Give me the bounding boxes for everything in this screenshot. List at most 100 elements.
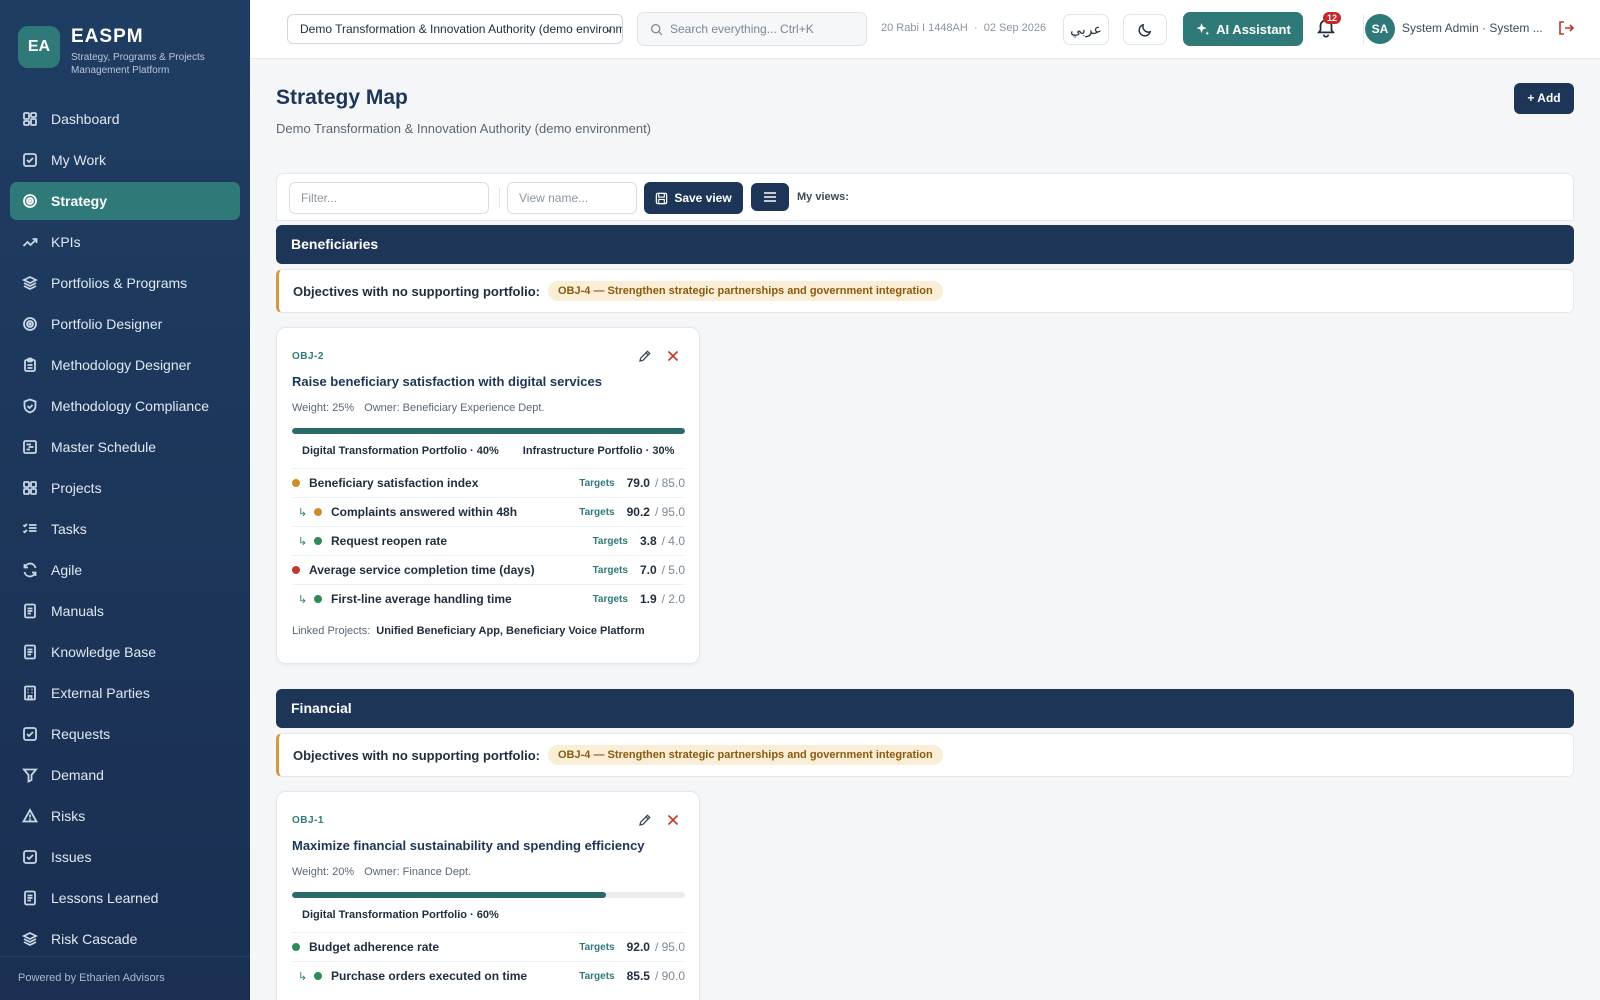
user-name[interactable]: System Admin · System ...: [1402, 21, 1544, 35]
linked-projects: Linked Projects: Unified Beneficiary App,…: [292, 625, 645, 637]
sidebar-item-demand[interactable]: Demand: [10, 756, 240, 794]
sidebar-item-label: Projects: [51, 480, 102, 496]
kpi-targets-link[interactable]: Targets: [593, 594, 628, 605]
kpi-list: Beneficiary satisfaction index Targets 79.…: [292, 468, 685, 613]
sidebar-item-portfolio-designer[interactable]: Portfolio Designer: [10, 305, 240, 343]
sidebar-item-label: Risk Cascade: [51, 931, 138, 947]
section-header[interactable]: Beneficiaries: [276, 225, 1574, 264]
sidebar-item-projects[interactable]: Projects: [10, 469, 240, 507]
status-dot: [292, 566, 300, 574]
close-icon[interactable]: [666, 813, 680, 827]
sidebar-item-master-schedule[interactable]: Master Schedule: [10, 428, 240, 466]
status-dot: [314, 595, 322, 603]
objective-chip[interactable]: OBJ-4 — Strengthen strategic partnership…: [548, 745, 943, 765]
kpi-targets-link[interactable]: Targets: [579, 478, 614, 489]
objective-chip[interactable]: OBJ-4 — Strengthen strategic partnership…: [548, 281, 943, 301]
edit-icon[interactable]: [638, 349, 652, 363]
add-button[interactable]: + Add: [1514, 83, 1574, 114]
sidebar-item-agile[interactable]: Agile: [10, 551, 240, 589]
page-subtitle: Demo Transformation & Innovation Authori…: [276, 121, 652, 136]
sidebar-item-label: Issues: [51, 849, 92, 865]
objective-title[interactable]: Raise beneficiary satisfaction with digi…: [292, 374, 602, 389]
theme-toggle-button[interactable]: [1123, 14, 1167, 45]
sidebar-item-label: KPIs: [51, 234, 81, 250]
sidebar-item-external-parties[interactable]: External Parties: [10, 674, 240, 712]
logout-icon[interactable]: [1557, 19, 1575, 37]
objective-code: OBJ-1: [292, 815, 324, 826]
trend-icon: [22, 234, 38, 250]
alert-label: Objectives with no supporting portfolio:: [293, 747, 540, 763]
kpi-row[interactable]: ↳ Complaints answered within 48h Targets 90…: [292, 497, 685, 526]
objective-code: OBJ-2: [292, 351, 324, 362]
sidebar-item-my-work[interactable]: My Work: [10, 141, 240, 179]
kpi-row[interactable]: Average service completion time (days) Ta…: [292, 555, 685, 584]
portfolio-list: Digital Transformation Portfolio · 60%: [302, 909, 499, 921]
close-icon[interactable]: [666, 349, 680, 363]
kpi-row[interactable]: Budget adherence rate Targets 92.0 / 95.0: [292, 932, 685, 961]
kpi-name: Budget adherence rate: [309, 940, 440, 954]
organization-select[interactable]: Demo Transformation & Innovation Authori…: [287, 14, 623, 44]
search-input[interactable]: Search everything... Ctrl+K: [637, 12, 867, 46]
sidebar-item-tasks[interactable]: Tasks: [10, 510, 240, 548]
portfolio-tag[interactable]: Digital Transformation Portfolio · 60%: [302, 909, 499, 921]
objective-card[interactable]: OBJ-1 Maximize financial sustainability a…: [276, 791, 700, 1000]
sidebar-item-manuals[interactable]: Manuals: [10, 592, 240, 630]
filter-input[interactable]: Filter...: [289, 182, 489, 214]
kpi-name: Beneficiary satisfaction index: [309, 476, 479, 490]
child-branch-icon: ↳: [298, 535, 308, 548]
sidebar-item-methodology-compliance[interactable]: Methodology Compliance: [10, 387, 240, 425]
edit-icon[interactable]: [638, 813, 652, 827]
section-header[interactable]: Financial: [276, 689, 1574, 728]
kpi-row[interactable]: Beneficiary satisfaction index Targets 79.…: [292, 468, 685, 497]
avatar[interactable]: SA: [1365, 14, 1395, 44]
brand-subtitle: Strategy, Programs & Projects Management…: [71, 52, 205, 76]
language-toggle-button[interactable]: عربي: [1063, 14, 1109, 45]
linked-projects-value[interactable]: Unified Beneficiary App, Beneficiary Voi…: [376, 625, 644, 637]
sidebar-item-strategy[interactable]: Strategy: [10, 182, 240, 220]
main-content: Strategy Map Demo Transformation & Innov…: [250, 59, 1600, 1000]
sidebar-item-label: Methodology Compliance: [51, 398, 209, 414]
save-view-button[interactable]: Save view: [644, 182, 743, 214]
objective-owner: Owner: Beneficiary Experience Dept.: [364, 402, 545, 414]
document-icon: [22, 644, 38, 660]
sidebar-item-issues[interactable]: Issues: [10, 838, 240, 876]
sidebar-item-knowledge-base[interactable]: Knowledge Base: [10, 633, 240, 671]
sidebar-item-portfolios-programs[interactable]: Portfolios & Programs: [10, 264, 240, 302]
objective-title[interactable]: Maximize financial sustainability and sp…: [292, 838, 645, 853]
kpi-row[interactable]: ↳ Purchase orders executed on time Targets…: [292, 961, 685, 990]
sidebar-item-dashboard[interactable]: Dashboard: [10, 100, 240, 138]
kpi-targets-link[interactable]: Targets: [593, 536, 628, 547]
kpi-name: Complaints answered within 48h: [331, 505, 518, 519]
sidebar-item-risks[interactable]: Risks: [10, 797, 240, 835]
view-name-input[interactable]: View name...: [507, 182, 637, 214]
sparkle-icon: [1196, 22, 1210, 35]
status-dot: [314, 537, 322, 545]
child-branch-icon: ↳: [298, 593, 308, 606]
child-branch-icon: ↳: [298, 506, 308, 519]
portfolio-tag[interactable]: Infrastructure Portfolio · 30%: [523, 445, 675, 457]
objective-card[interactable]: OBJ-2 Raise beneficiary satisfaction with…: [276, 327, 700, 664]
kpi-targets-link[interactable]: Targets: [579, 507, 614, 518]
filter-bar: Filter... View name... Save view My view…: [276, 173, 1574, 221]
sidebar-item-risk-cascade[interactable]: Risk Cascade: [10, 920, 240, 958]
objective-meta: Weight: 20% Owner: Finance Dept.: [292, 866, 481, 878]
sidebar-item-lessons-learned[interactable]: Lessons Learned: [10, 879, 240, 917]
ai-assistant-label: AI Assistant: [1216, 21, 1291, 37]
ai-assistant-button[interactable]: AI Assistant: [1183, 12, 1303, 46]
sidebar-item-label: Requests: [51, 726, 111, 742]
sidebar-item-kpis[interactable]: KPIs: [10, 223, 240, 261]
views-menu-button[interactable]: [751, 183, 789, 211]
sidebar-item-requests[interactable]: Requests: [10, 715, 240, 753]
kpi-row[interactable]: ↳ First-line average handling time Targets…: [292, 584, 685, 613]
sidebar-item-methodology-designer[interactable]: Methodology Designer: [10, 346, 240, 384]
kpi-targets-link[interactable]: Targets: [579, 942, 614, 953]
kpi-name: First-line average handling time: [331, 592, 512, 606]
kpi-targets-link[interactable]: Targets: [579, 971, 614, 982]
portfolio-tag[interactable]: Digital Transformation Portfolio · 40%: [302, 445, 499, 457]
status-dot: [314, 508, 322, 516]
kpi-row[interactable]: ↳ Request reopen rate Targets 3.8 / 4.0: [292, 526, 685, 555]
sidebar-item-label: Portfolio Designer: [51, 316, 163, 332]
kpi-targets-link[interactable]: Targets: [593, 565, 628, 576]
notification-badge: 12: [1323, 12, 1342, 24]
unsupported-objectives-alert: Objectives with no supporting portfolio:…: [276, 733, 1574, 777]
